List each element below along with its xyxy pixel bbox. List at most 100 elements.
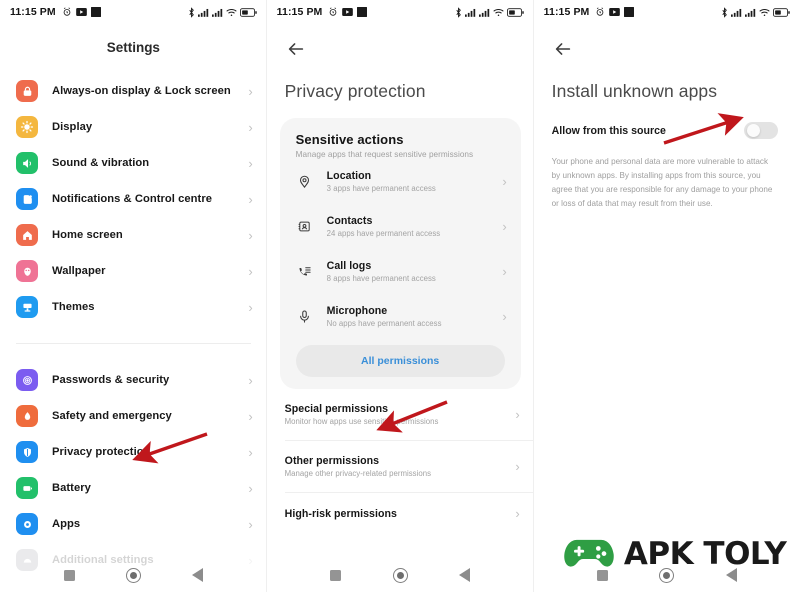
back-arrow-icon[interactable] (285, 43, 307, 64)
video-icon (342, 8, 354, 16)
page-title: Settings (106, 40, 160, 55)
back-row (267, 24, 534, 65)
permission-sub: 8 apps have permanent access (326, 274, 436, 283)
sidebar-item-label: Apps (52, 518, 81, 530)
sidebar-item-themes[interactable]: Themes › (0, 289, 267, 325)
sidebar-item-apps[interactable]: Apps › (0, 506, 267, 542)
warning-text: Your phone and personal data are more vu… (551, 157, 773, 208)
sidebar-item-label: Always-on display & Lock screen (52, 85, 231, 97)
sidebar-item-wallpaper[interactable]: Wallpaper › (0, 253, 267, 289)
signal-bars-1-icon (731, 8, 742, 17)
sidebar-item-label: Themes (52, 301, 95, 313)
back-arrow-icon[interactable] (552, 43, 574, 64)
recents-square-icon[interactable] (63, 569, 75, 581)
back-triangle-icon[interactable] (192, 568, 204, 582)
sidebar-item-notifications[interactable]: Notifications & Control centre › (0, 181, 267, 217)
chevron-right-icon: › (515, 459, 520, 474)
chevron-right-icon: › (248, 83, 253, 99)
chevron-right-icon: › (502, 264, 507, 279)
home-circle-icon[interactable] (659, 567, 675, 583)
sidebar-item-sound-vibration[interactable]: Sound & vibration › (0, 145, 267, 181)
panel-privacy-protection: 11:15 PM Privacy protection Sensitive ac… (266, 0, 534, 592)
status-bar-time: 11:15 PM (276, 6, 323, 18)
other-permission-rows: Special permissions Monitor how apps use… (267, 389, 534, 534)
sidebar-item-label: Wallpaper (52, 265, 106, 277)
settings-list: Always-on display & Lock screen › Displa… (0, 61, 267, 578)
permission-row-contacts[interactable]: Contacts 24 apps have permanent access › (280, 204, 521, 249)
permission-sub: No apps have permanent access (326, 319, 442, 328)
home-circle-icon[interactable] (392, 567, 408, 583)
row-special-permissions[interactable]: Special permissions Monitor how apps use… (267, 389, 534, 440)
wifi-icon (493, 8, 504, 17)
page-title: Install unknown apps (551, 81, 718, 101)
row-text: Special permissions Monitor how apps use… (285, 403, 516, 426)
sidebar-item-display[interactable]: Display › (0, 109, 267, 145)
permission-row-microphone[interactable]: Microphone No apps have permanent access… (280, 294, 521, 339)
all-permissions-button[interactable]: All permissions (295, 345, 505, 377)
back-row (534, 24, 800, 65)
sidebar-item-privacy-protection[interactable]: Privacy protection › (0, 434, 267, 470)
sidebar-item-safety-emergency[interactable]: Safety and emergency › (0, 398, 267, 434)
back-triangle-icon[interactable] (725, 568, 737, 582)
location-pin-icon (296, 173, 314, 191)
apps-icon (16, 513, 38, 535)
home-icon (16, 224, 38, 246)
home-circle-icon[interactable] (125, 567, 141, 583)
chevron-right-icon: › (248, 155, 253, 171)
allow-label: Allow from this source (551, 124, 666, 137)
permission-text: Call logs 8 apps have permanent access (327, 260, 503, 283)
signal-bars-2-icon (478, 8, 490, 17)
status-bar: 11:15 PM (534, 0, 800, 24)
recents-square-icon[interactable] (597, 569, 609, 581)
panel-install-unknown-apps: 11:15 PM Install unknown apps Allow from… (533, 0, 800, 592)
three-panel-screenshot: 11:15 PM Settings Always-on display & Lo… (0, 0, 800, 592)
status-bar-left: 11:15 PM (10, 6, 101, 18)
chevron-right-icon: › (515, 506, 520, 521)
row-title: Other permissions (284, 455, 380, 467)
permission-text: Microphone No apps have permanent access (327, 305, 503, 328)
chevron-right-icon: › (248, 227, 253, 243)
nav-bar (0, 558, 267, 592)
allow-from-this-source-row[interactable]: Allow from this source (534, 102, 800, 139)
back-triangle-icon[interactable] (458, 568, 470, 582)
alarm-icon (62, 7, 72, 17)
row-high-risk-permissions[interactable]: High-risk permissions › (267, 493, 534, 534)
wallpaper-icon (16, 260, 38, 282)
sidebar-item-home-screen[interactable]: Home screen › (0, 217, 267, 253)
status-bar-left: 11:15 PM (277, 6, 368, 18)
recents-square-icon[interactable] (330, 569, 342, 581)
sidebar-item-battery[interactable]: Battery › (0, 470, 267, 506)
signal-bars-2-icon (745, 8, 756, 17)
allow-from-source-toggle[interactable] (744, 122, 779, 139)
chevron-right-icon: › (248, 299, 253, 315)
permission-title: Call logs (326, 260, 372, 272)
permission-title: Location (326, 170, 372, 182)
chevron-right-icon: › (515, 407, 520, 422)
permission-sub: 24 apps have permanent access (326, 229, 441, 238)
permission-row-call-logs[interactable]: Call logs 8 apps have permanent access › (280, 249, 521, 294)
panel-divider-2 (533, 0, 534, 592)
nav-bar (534, 558, 800, 592)
row-other-permissions[interactable]: Other permissions Manage other privacy-r… (267, 441, 534, 492)
battery-icon (773, 7, 791, 17)
status-bar: 11:15 PM (0, 0, 267, 24)
signal-bars-1-icon (464, 8, 476, 17)
toggle-knob (746, 124, 760, 137)
screen-record-icon (357, 7, 368, 17)
sidebar-item-passwords-security[interactable]: Passwords & security › (0, 362, 267, 398)
bluetooth-icon (721, 6, 728, 18)
row-sub: Manage other privacy-related permissions (284, 469, 432, 478)
emergency-icon (16, 405, 38, 427)
row-sub: Monitor how apps use sensitive permissio… (284, 417, 439, 426)
permission-row-location[interactable]: Location 3 apps have permanent access › (280, 159, 521, 204)
status-bar-right (455, 6, 524, 18)
panel-divider-1 (266, 0, 267, 592)
notification-icon (16, 188, 38, 210)
screen-record-icon (624, 7, 635, 17)
chevron-right-icon: › (502, 174, 507, 189)
microphone-icon (296, 308, 314, 326)
battery-icon (506, 7, 524, 17)
sidebar-item-always-on-display[interactable]: Always-on display & Lock screen › (0, 73, 267, 109)
